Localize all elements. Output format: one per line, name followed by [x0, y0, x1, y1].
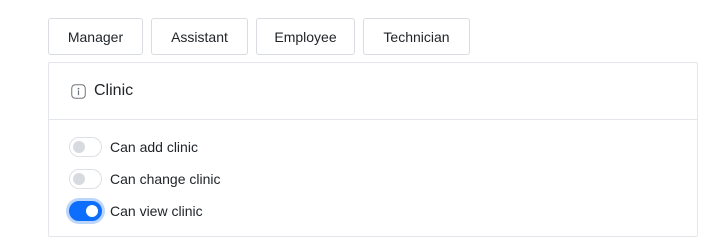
clinic-permissions-card: Clinic Can add clinic Can change clinic …: [48, 62, 698, 237]
toggle-switch[interactable]: [69, 169, 102, 189]
toggle-switch[interactable]: [69, 201, 102, 221]
permission-list: Can add clinic Can change clinic Can vie…: [49, 120, 697, 222]
permission-row-view: Can view clinic: [69, 200, 697, 222]
info-icon: [71, 83, 86, 99]
permission-label: Can change clinic: [110, 171, 221, 187]
role-tabs: Manager Assistant Employee Technician: [48, 18, 470, 55]
permission-row-change: Can change clinic: [69, 168, 697, 190]
toggle-knob: [73, 141, 85, 153]
toggle-knob: [86, 205, 98, 217]
permission-label: Can add clinic: [110, 139, 198, 155]
permissions-panel: Manager Assistant Employee Technician Cl…: [0, 0, 707, 242]
role-tab-assistant[interactable]: Assistant: [151, 18, 248, 55]
role-tab-employee[interactable]: Employee: [256, 18, 355, 55]
role-tab-manager[interactable]: Manager: [48, 18, 143, 55]
card-header: Clinic: [49, 63, 697, 120]
toggle-knob: [73, 173, 85, 185]
role-tab-technician[interactable]: Technician: [363, 18, 470, 55]
permission-label: Can view clinic: [110, 203, 203, 219]
toggle-switch[interactable]: [69, 137, 102, 157]
permission-row-add: Can add clinic: [69, 136, 697, 158]
section-title: Clinic: [94, 82, 134, 99]
